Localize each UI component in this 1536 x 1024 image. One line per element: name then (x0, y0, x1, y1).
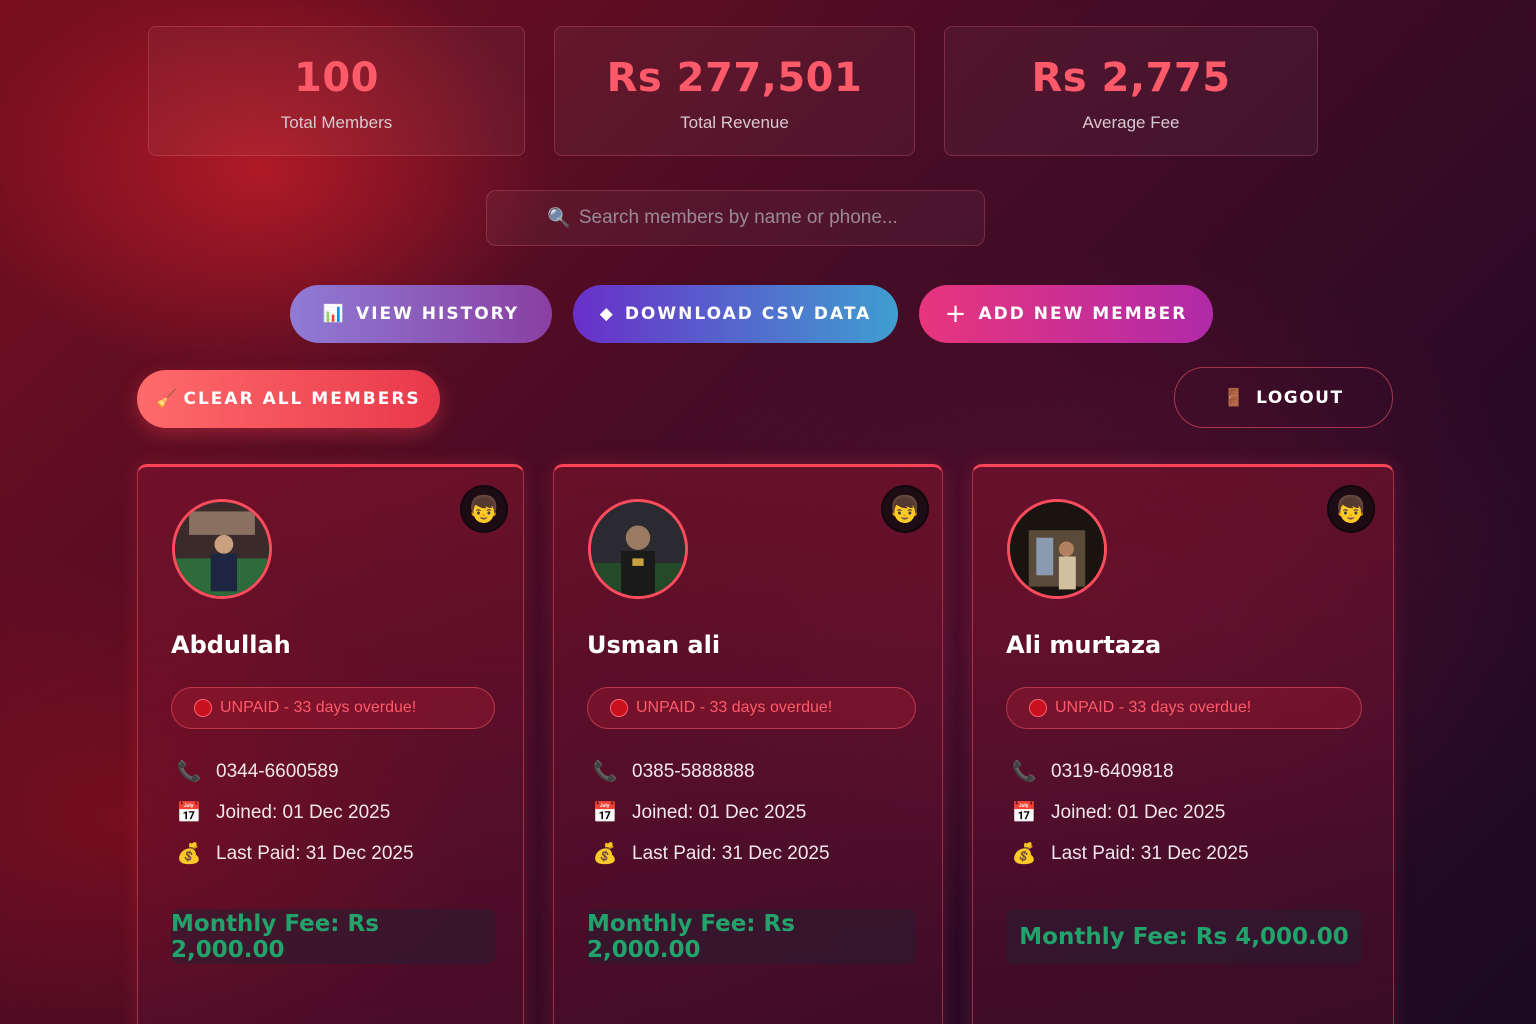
last-paid-text: Last Paid: 31 Dec 2025 (632, 842, 830, 864)
stat-label: Total Members (280, 113, 393, 132)
money-bag-icon: 💰 (176, 843, 202, 865)
joined-text: Joined: 01 Dec 2025 (1051, 801, 1226, 823)
member-card[interactable]: 👦 Usman ali UNPAID - 33 days overdue! 📞 … (553, 464, 943, 1024)
status-text: UNPAID - 33 days overdue! (220, 699, 417, 716)
phone-text: 0344-6600589 (216, 760, 339, 782)
member-card[interactable]: 👦 Ali murtaza UNPAID - 33 days overdue! … (972, 464, 1394, 1024)
search-input[interactable] (578, 207, 924, 229)
monthly-fee: Monthly Fee: Rs 2,000.00 (171, 909, 495, 964)
money-bag-icon: 💰 (1011, 843, 1037, 865)
calendar-icon: 📅 (176, 802, 202, 824)
button-label: VIEW HISTORY (356, 304, 520, 324)
member-name: Usman ali (587, 631, 721, 659)
download-csv-button[interactable]: ◆ DOWNLOAD CSV DATA (573, 285, 898, 343)
phone-text: 0385-5888888 (632, 760, 755, 782)
phone-text: 0319-6409818 (1051, 760, 1174, 782)
member-card[interactable]: 👦 Abdullah UNPAID - 33 days overdue! 📞 0… (137, 464, 524, 1024)
last-paid-text: Last Paid: 31 Dec 2025 (216, 842, 414, 864)
status-badge: UNPAID - 33 days overdue! (1006, 687, 1362, 729)
diamond-icon: ◆ (599, 304, 615, 324)
door-icon: 🚪 (1223, 387, 1247, 408)
male-icon: 👦 (881, 485, 929, 533)
member-name: Abdullah (171, 631, 291, 659)
member-name: Ali murtaza (1006, 631, 1162, 659)
member-phone: 📞 0319-6409818 (1009, 759, 1174, 784)
avatar (172, 499, 272, 599)
stat-label: Total Revenue (680, 113, 789, 132)
stat-value: 100 (294, 55, 379, 101)
status-text: UNPAID - 33 days overdue! (636, 699, 833, 716)
male-icon: 👦 (1327, 485, 1375, 533)
monthly-fee: Monthly Fee: Rs 4,000.00 (1006, 909, 1362, 964)
stat-card-total-members: 100 Total Members (148, 26, 525, 156)
status-dot-icon (610, 699, 628, 717)
button-label: LOGOUT (1256, 387, 1344, 408)
add-member-button[interactable]: + ADD NEW MEMBER (919, 285, 1213, 343)
button-label: DOWNLOAD CSV DATA (624, 304, 872, 324)
button-label: ADD NEW MEMBER (978, 304, 1188, 324)
plus-icon: + (944, 299, 969, 329)
stat-card-average-fee: Rs 2,775 Average Fee (944, 26, 1318, 156)
search-icon: 🔍 (547, 208, 571, 229)
monthly-fee: Monthly Fee: Rs 2,000.00 (587, 909, 916, 964)
joined-text: Joined: 01 Dec 2025 (632, 801, 807, 823)
chart-icon: 📊 (322, 304, 347, 324)
status-badge: UNPAID - 33 days overdue! (587, 687, 916, 729)
view-history-button[interactable]: 📊 VIEW HISTORY (290, 285, 552, 343)
status-dot-icon (1029, 699, 1047, 717)
last-paid-text: Last Paid: 31 Dec 2025 (1051, 842, 1249, 864)
search-box[interactable]: 🔍 (486, 190, 985, 246)
button-label: CLEAR ALL MEMBERS (183, 389, 421, 409)
avatar (588, 499, 688, 599)
logout-button[interactable]: 🚪 LOGOUT (1174, 367, 1393, 428)
avatar (1007, 499, 1107, 599)
stat-card-total-revenue: Rs 277,501 Total Revenue (554, 26, 915, 156)
stat-value: Rs 2,775 (1031, 55, 1231, 101)
member-phone: 📞 0385-5888888 (590, 759, 755, 784)
stat-label: Average Fee (1082, 113, 1180, 132)
calendar-icon: 📅 (592, 802, 618, 824)
member-joined: 📅 Joined: 01 Dec 2025 (590, 800, 807, 825)
phone-icon: 📞 (592, 761, 618, 783)
member-last-paid: 💰 Last Paid: 31 Dec 2025 (1009, 841, 1249, 866)
clear-all-members-button[interactable]: 🧹 CLEAR ALL MEMBERS (137, 370, 440, 428)
joined-text: Joined: 01 Dec 2025 (216, 801, 391, 823)
member-last-paid: 💰 Last Paid: 31 Dec 2025 (590, 841, 830, 866)
status-badge: UNPAID - 33 days overdue! (171, 687, 495, 729)
stat-value: Rs 277,501 (606, 55, 863, 101)
calendar-icon: 📅 (1011, 802, 1037, 824)
status-text: UNPAID - 33 days overdue! (1055, 699, 1252, 716)
phone-icon: 📞 (1011, 761, 1037, 783)
male-icon: 👦 (460, 485, 508, 533)
member-joined: 📅 Joined: 01 Dec 2025 (1009, 800, 1226, 825)
money-bag-icon: 💰 (592, 843, 618, 865)
member-joined: 📅 Joined: 01 Dec 2025 (174, 800, 391, 825)
broom-icon: 🧹 (156, 389, 180, 409)
status-dot-icon (194, 699, 212, 717)
member-last-paid: 💰 Last Paid: 31 Dec 2025 (174, 841, 414, 866)
phone-icon: 📞 (176, 761, 202, 783)
member-phone: 📞 0344-6600589 (174, 759, 339, 784)
